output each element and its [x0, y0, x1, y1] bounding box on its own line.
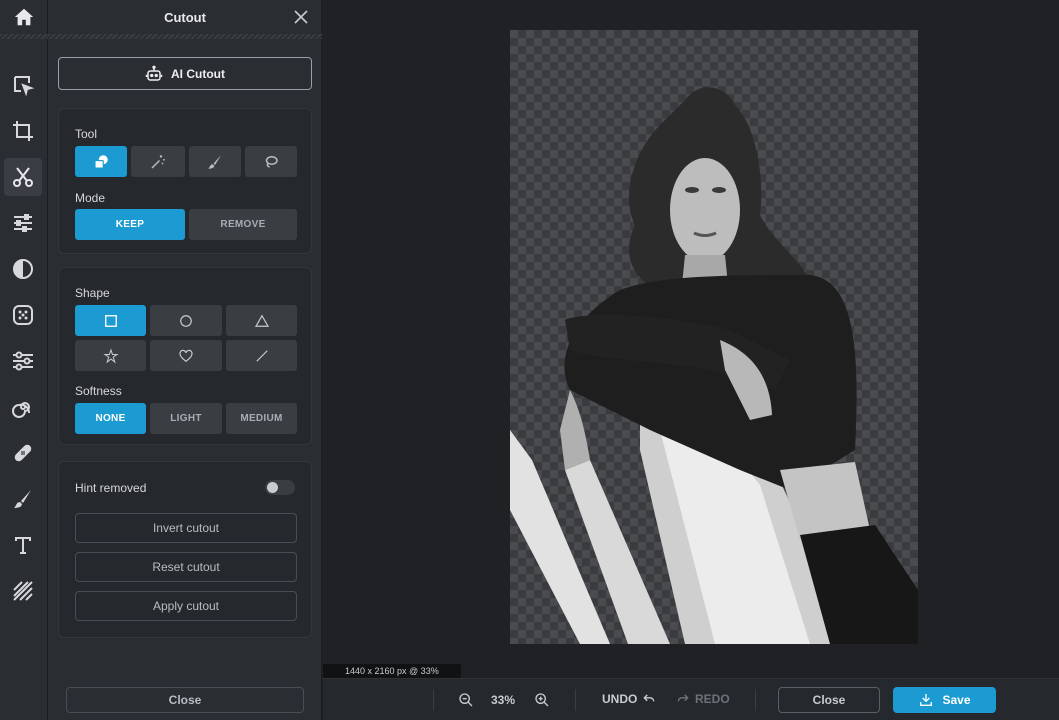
shape-line-button[interactable] [226, 340, 297, 371]
lasso-icon [265, 155, 278, 168]
undo-button[interactable]: UNDO [602, 692, 656, 706]
undo-icon [643, 694, 655, 702]
ai-cutout-button[interactable]: AI Cutout [58, 57, 312, 90]
select-icon [14, 76, 35, 97]
effects-icon [13, 305, 33, 325]
magic-wand-icon [151, 154, 165, 169]
softness-light-button[interactable]: LIGHT [150, 403, 222, 434]
download-icon [920, 694, 933, 706]
softness-label: Softness [75, 384, 122, 398]
crop-icon [13, 121, 33, 141]
text-tool-button[interactable] [4, 526, 42, 564]
mode-keep-button[interactable]: KEEP [75, 209, 185, 240]
cutout-tool-button[interactable] [4, 158, 42, 196]
cutout-panel: Cutout AI Cutout Tool Mode KEEP REMOVE S… [48, 0, 322, 720]
image-dimensions-label: 1440 x 2160 px @ 33% [323, 664, 461, 678]
zoom-out-button[interactable] [456, 690, 476, 710]
toggle-knob [267, 482, 278, 493]
circle-icon [180, 314, 192, 327]
zoom-level: 33% [491, 693, 516, 707]
adjust-icon [14, 214, 32, 232]
draw-tool-button[interactable] [4, 480, 42, 518]
undo-label: UNDO [602, 692, 638, 706]
filter-icon [13, 259, 33, 279]
redo-button[interactable]: REDO [676, 692, 730, 706]
texture-icon [13, 581, 33, 601]
shape-star-button[interactable] [75, 340, 146, 371]
robot-icon [145, 65, 163, 81]
tool-label: Tool [75, 127, 98, 141]
triangle-icon [254, 314, 269, 327]
line-icon [255, 349, 268, 362]
invert-cutout-button[interactable]: Invert cutout [75, 513, 297, 543]
shape-heart-button[interactable] [150, 340, 222, 371]
redo-icon [677, 694, 689, 702]
tool-lasso-button[interactable] [245, 146, 297, 177]
close-button[interactable]: Close [778, 687, 880, 713]
rail-divider [0, 34, 48, 39]
liquify-tool-button[interactable] [4, 388, 42, 426]
crop-tool-button[interactable] [4, 112, 42, 150]
home-button[interactable] [0, 0, 48, 34]
toolbar-divider [755, 689, 756, 711]
mode-remove-button[interactable]: REMOVE [189, 209, 297, 240]
softness-none-button[interactable]: NONE [75, 403, 146, 434]
heal-tool-button[interactable] [4, 434, 42, 472]
zoom-out-icon [459, 693, 473, 707]
panel-divider [48, 34, 322, 39]
liquify-icon [12, 402, 30, 418]
shape-tool-icon [94, 154, 108, 169]
save-label: Save [942, 693, 971, 707]
cutout-icon [13, 167, 33, 187]
panel-close-bottom-button[interactable]: Close [66, 687, 304, 713]
star-icon [102, 347, 119, 363]
bottom-toolbar: 33% UNDO REDO Close Save [323, 678, 1059, 720]
texture-tool-button[interactable] [4, 572, 42, 610]
close-icon [294, 10, 308, 24]
retouch-tool-button[interactable] [4, 342, 42, 380]
shape-triangle-button[interactable] [226, 305, 297, 336]
redo-label: REDO [695, 692, 730, 706]
heal-icon [14, 444, 32, 462]
retouch-icon [13, 351, 33, 371]
canvas-area: 1440 x 2160 px @ 33% [323, 0, 1059, 678]
filter-tool-button[interactable] [4, 250, 42, 288]
shape-square-button[interactable] [75, 305, 146, 336]
brush-icon [208, 154, 221, 169]
hint-removed-toggle[interactable] [265, 480, 295, 495]
save-button[interactable]: Save [893, 687, 996, 713]
draw-icon [14, 490, 31, 508]
adjust-tool-button[interactable] [4, 204, 42, 242]
select-tool-button[interactable] [4, 66, 42, 104]
tool-mode-card: Tool Mode KEEP REMOVE [58, 108, 312, 254]
cutout-subject-image [510, 87, 918, 644]
shape-label: Shape [75, 286, 110, 300]
square-icon [104, 314, 117, 327]
home-icon [14, 8, 34, 26]
panel-close-button[interactable] [291, 7, 311, 27]
ai-cutout-label: AI Cutout [171, 66, 225, 81]
heart-icon [179, 349, 193, 362]
text-icon [15, 537, 31, 554]
softness-medium-button[interactable]: MEDIUM [226, 403, 297, 434]
tool-shape-button[interactable] [75, 146, 127, 177]
toolbar-divider [433, 689, 434, 711]
shape-softness-card: Shape Softness NONE LIGHT MEDIUM [58, 267, 312, 445]
panel-title: Cutout [164, 9, 206, 25]
tool-magic-wand-button[interactable] [131, 146, 185, 177]
mode-label: Mode [75, 191, 106, 205]
zoom-in-button[interactable] [532, 690, 552, 710]
reset-cutout-button[interactable]: Reset cutout [75, 552, 297, 582]
image-canvas[interactable] [510, 30, 918, 644]
cutout-actions-card: Hint removed Invert cutout Reset cutout … [58, 461, 312, 638]
tool-rail [0, 0, 48, 720]
apply-cutout-button[interactable]: Apply cutout [75, 591, 297, 621]
shape-circle-button[interactable] [150, 305, 222, 336]
hint-removed-label: Hint removed [75, 481, 147, 495]
zoom-in-icon [535, 693, 549, 707]
toolbar-divider [575, 689, 576, 711]
effects-tool-button[interactable] [4, 296, 42, 334]
tool-brush-button[interactable] [189, 146, 241, 177]
